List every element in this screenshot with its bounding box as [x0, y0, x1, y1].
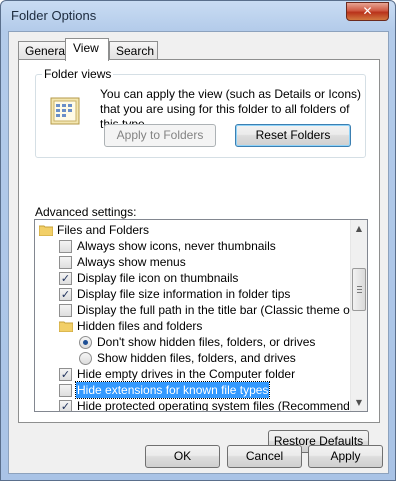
tree-item-label: Display the full path in the title bar (…: [77, 303, 368, 317]
tree-item-label: Always show icons, never thumbnails: [77, 239, 276, 253]
checked-checkbox[interactable]: ✓: [59, 400, 72, 411]
tree-item-label: Show hidden files, folders, and drives: [97, 351, 296, 365]
advanced-settings-tree[interactable]: Files and Folders Always show icons, nev…: [34, 219, 368, 412]
tree-scrollbar[interactable]: ▲ ▼: [350, 220, 367, 411]
scroll-up-arrow-icon[interactable]: ▲: [351, 220, 367, 237]
window-title: Folder Options: [11, 8, 97, 23]
folder-views-group: Folder views You can apply the view (suc…: [35, 67, 366, 158]
close-icon: ✕: [362, 4, 373, 18]
grip-line: [357, 286, 362, 287]
unchecked-checkbox[interactable]: [59, 384, 72, 397]
unchecked-checkbox[interactable]: [59, 256, 72, 269]
unchecked-checkbox[interactable]: [59, 240, 72, 253]
tree-item-label: Always show menus: [77, 255, 186, 269]
cancel-button[interactable]: Cancel: [227, 445, 302, 468]
advanced-settings-label: Advanced settings:: [35, 205, 137, 219]
tab-general[interactable]: General: [18, 41, 68, 60]
ok-button[interactable]: OK: [145, 445, 220, 468]
tab-view[interactable]: View: [65, 38, 109, 61]
unselected-radio[interactable]: [79, 352, 92, 365]
checked-checkbox[interactable]: ✓: [59, 288, 72, 301]
grip-line: [357, 289, 362, 290]
apply-to-folders-button[interactable]: Apply to Folders: [104, 124, 216, 147]
tree-item-label: Display file icon on thumbnails: [77, 271, 239, 285]
scroll-thumb[interactable]: [352, 268, 366, 311]
tree-item-label-selected: Hide extensions for known file types: [74, 381, 271, 399]
selected-radio[interactable]: [79, 336, 92, 349]
scroll-down-arrow-icon[interactable]: ▼: [351, 394, 367, 411]
unchecked-checkbox[interactable]: [59, 304, 72, 317]
tree-item-label: Files and Folders: [57, 223, 150, 237]
close-button[interactable]: ✕: [346, 2, 389, 21]
folder-view-icon: [50, 97, 80, 125]
reset-folders-button[interactable]: Reset Folders: [235, 124, 351, 147]
tab-search[interactable]: Search: [109, 41, 158, 60]
folder-options-window: Folder Options ✕ General View Search Fol…: [0, 0, 396, 481]
tree-item-label: Hide protected operating system files (R…: [77, 399, 368, 412]
tree-item-label: Don't show hidden files, folders, or dri…: [97, 335, 316, 349]
folder-icon: [59, 321, 73, 332]
tree-item-label: Hidden files and folders: [77, 319, 203, 333]
folder-views-label: Folder views: [42, 67, 114, 81]
view-tab-panel: Folder views You can apply the view (suc…: [18, 59, 380, 453]
checked-checkbox[interactable]: ✓: [59, 272, 72, 285]
grip-line: [357, 292, 362, 293]
tree-item-label: Display file size information in folder …: [77, 287, 291, 301]
folder-icon: [39, 225, 53, 236]
checked-checkbox[interactable]: ✓: [59, 368, 72, 381]
title-bar[interactable]: Folder Options ✕: [1, 1, 395, 31]
tree-item-label: Hide empty drives in the Computer folder: [77, 367, 296, 381]
dialog-body: General View Search Folder views You can…: [8, 31, 389, 474]
apply-button[interactable]: Apply: [308, 445, 383, 468]
